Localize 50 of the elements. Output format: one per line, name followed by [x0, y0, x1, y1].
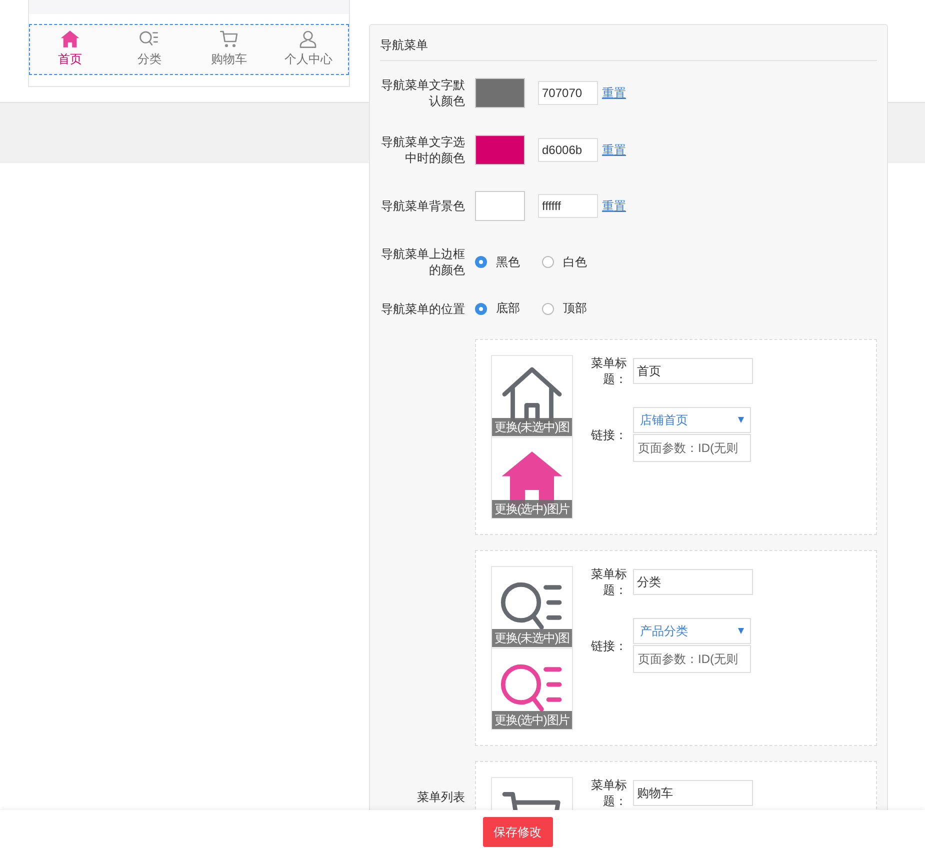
title-input-field[interactable]: 分类 [633, 569, 753, 595]
change-image-button[interactable]: 更换(未选中)图 [492, 418, 572, 436]
field-label: 导航菜单的位置 [380, 300, 465, 316]
field-label: 菜单标题： [590, 777, 627, 809]
field-label: 导航菜单上边框的颜色 [380, 246, 465, 278]
field-label: 菜单列表 [416, 789, 465, 805]
panel-title: 导航菜单 [380, 25, 877, 61]
change-image-button[interactable]: 更换(选中)图片 [492, 500, 572, 518]
hex-input-field[interactable]: 707070 [538, 81, 598, 105]
caret-icon [738, 628, 744, 634]
save-button[interactable]: 保存修改 [482, 817, 552, 847]
cart-icon [218, 29, 239, 49]
field-label: 导航菜单文字选中时的颜色 [380, 134, 465, 166]
reset-link[interactable]: 重置 [602, 198, 626, 214]
link-dropdown[interactable]: 店铺首页 [633, 407, 751, 433]
reset-link[interactable]: 重置 [602, 84, 626, 102]
title-input-field[interactable]: 首页 [633, 358, 753, 384]
caret-icon [738, 417, 744, 423]
color-swatch[interactable] [475, 191, 525, 221]
radio-button[interactable] [542, 256, 554, 268]
hex-input-field[interactable]: d6006b [538, 138, 598, 162]
radio-label: 黑色 [496, 254, 520, 270]
change-image-button[interactable]: 更换(选中)图片 [492, 711, 572, 729]
reset-link[interactable]: 重置 [602, 142, 626, 158]
color-swatch[interactable] [475, 135, 525, 165]
title-input-field[interactable]: 购物车 [633, 780, 753, 806]
field-label: 链接： [590, 426, 627, 442]
person-icon [298, 29, 318, 49]
field-label: 链接： [590, 638, 627, 654]
radio-button[interactable] [542, 302, 554, 314]
nav-item[interactable]: 分类 [110, 25, 189, 74]
param-input-field[interactable]: 页面参数：ID(无则 [633, 434, 751, 462]
radio-button[interactable] [475, 256, 487, 268]
nav-item[interactable]: 购物车 [189, 25, 268, 74]
field-label: 导航菜单背景色 [380, 198, 465, 214]
field-label: 菜单标题： [590, 566, 627, 598]
link-dropdown[interactable]: 产品分类 [633, 618, 751, 644]
radio-label: 白色 [563, 254, 587, 270]
field-label: 菜单标题： [590, 355, 627, 387]
radio-label: 底部 [496, 300, 520, 317]
radio-label: 顶部 [563, 300, 587, 317]
hex-input-field[interactable]: ffffff [538, 194, 598, 218]
param-input-field[interactable]: 页面参数：ID(无则 [633, 645, 751, 673]
nav-item[interactable]: 首页 [30, 25, 110, 74]
change-image-button[interactable]: 更换(未选中)图 [492, 629, 572, 647]
nav-item[interactable]: 个人中心 [268, 25, 348, 74]
house-icon [60, 29, 80, 49]
color-swatch[interactable] [475, 78, 525, 108]
field-label: 导航菜单文字默认颜色 [380, 77, 465, 109]
radio-button[interactable] [475, 302, 487, 314]
